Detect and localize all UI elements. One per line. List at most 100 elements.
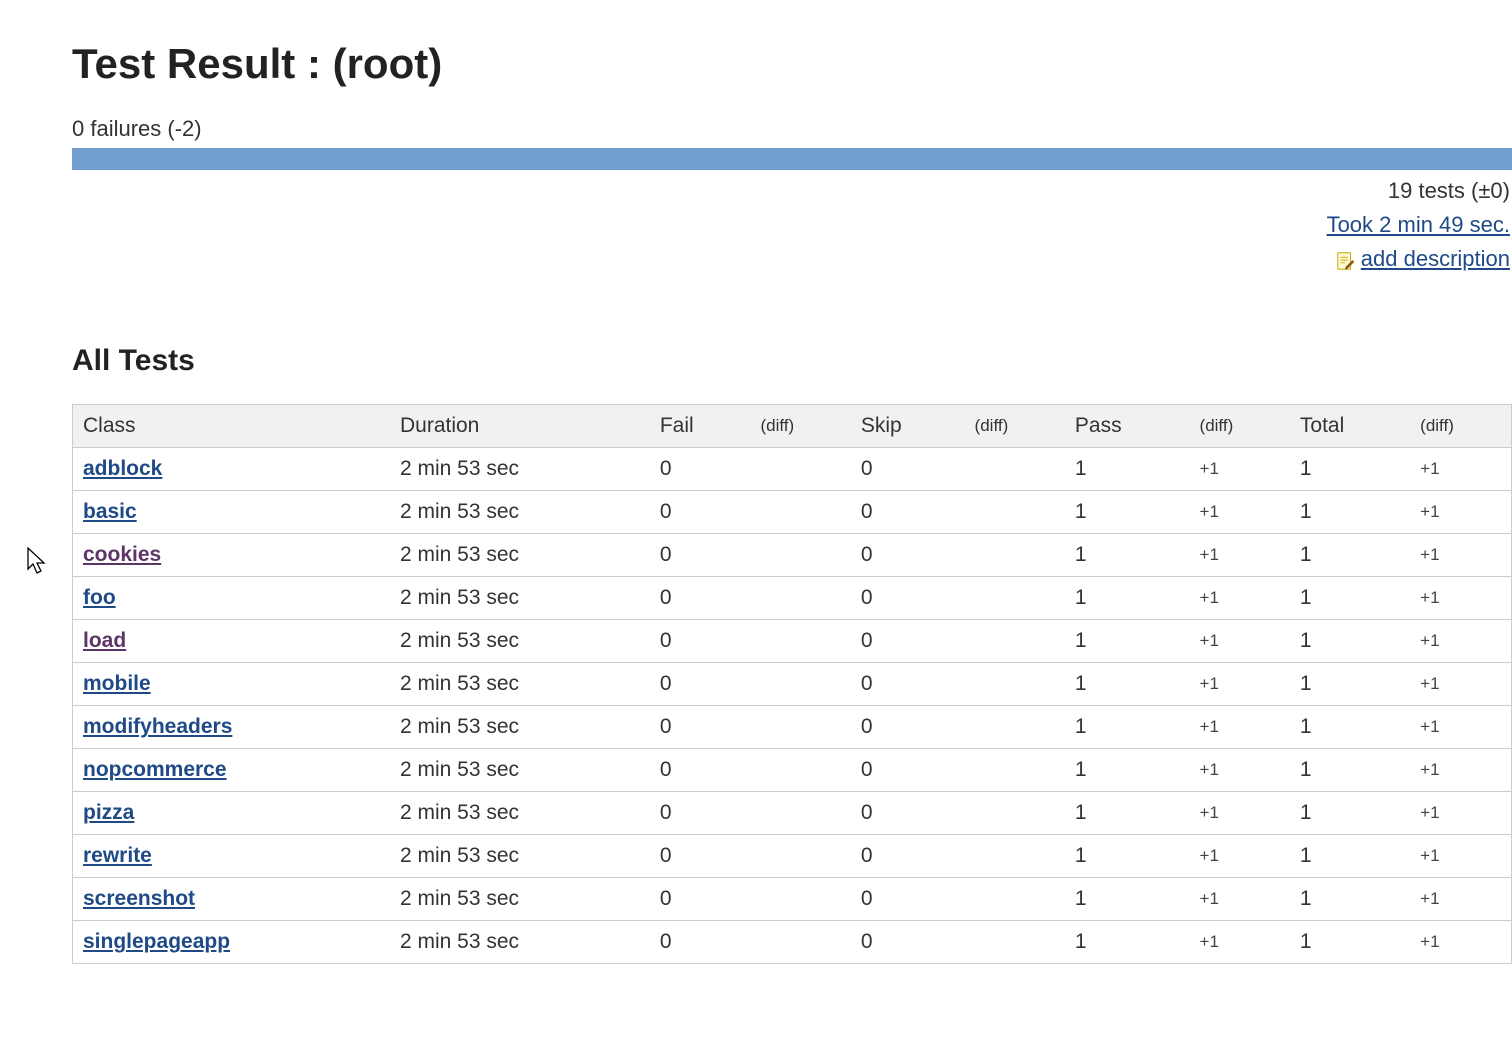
skip-cell: 0 <box>851 792 965 835</box>
fail-diff-cell <box>750 577 850 620</box>
class-link[interactable]: modifyheaders <box>83 715 232 738</box>
class-link[interactable]: cookies <box>83 543 161 566</box>
total-cell: 1 <box>1290 749 1410 792</box>
table-row: basic2 min 53 sec001+11+1 <box>73 491 1512 534</box>
total-diff-cell: +1 <box>1410 620 1511 663</box>
total-diff-cell: +1 <box>1410 921 1511 964</box>
duration-cell: 2 min 53 sec <box>390 749 650 792</box>
total-diff-cell: +1 <box>1410 749 1511 792</box>
pass-cell: 1 <box>1065 663 1190 706</box>
total-cell: 1 <box>1290 663 1410 706</box>
fail-diff-cell <box>750 663 850 706</box>
class-link[interactable]: nopcommerce <box>83 758 227 781</box>
pass-diff-cell: +1 <box>1190 878 1290 921</box>
table-row: mobile2 min 53 sec001+11+1 <box>73 663 1512 706</box>
progress-bar <box>72 148 1512 170</box>
skip-diff-cell <box>965 749 1065 792</box>
total-cell: 1 <box>1290 706 1410 749</box>
col-pass[interactable]: Pass <box>1065 405 1190 448</box>
fail-diff-cell <box>750 620 850 663</box>
pass-diff-cell: +1 <box>1190 577 1290 620</box>
col-duration[interactable]: Duration <box>390 405 650 448</box>
tests-count: 19 tests (±0) <box>72 174 1510 208</box>
page-title: Test Result : (root) <box>72 40 1512 88</box>
fail-diff-cell <box>750 706 850 749</box>
all-tests-heading: All Tests <box>72 344 1512 378</box>
failures-summary: 0 failures (-2) <box>72 116 1512 142</box>
pass-cell: 1 <box>1065 448 1190 491</box>
total-diff-cell: +1 <box>1410 577 1511 620</box>
col-class[interactable]: Class <box>73 405 390 448</box>
fail-diff-cell <box>750 921 850 964</box>
class-link[interactable]: foo <box>83 586 116 609</box>
class-link[interactable]: basic <box>83 500 137 523</box>
fail-diff-cell <box>750 878 850 921</box>
class-link[interactable]: screenshot <box>83 887 195 910</box>
class-link[interactable]: mobile <box>83 672 151 695</box>
skip-cell: 0 <box>851 620 965 663</box>
fail-cell: 0 <box>650 491 751 534</box>
duration-cell: 2 min 53 sec <box>390 878 650 921</box>
fail-diff-cell <box>750 749 850 792</box>
class-link[interactable]: rewrite <box>83 844 152 867</box>
fail-cell: 0 <box>650 792 751 835</box>
skip-cell: 0 <box>851 534 965 577</box>
col-skip[interactable]: Skip <box>851 405 965 448</box>
duration-cell: 2 min 53 sec <box>390 620 650 663</box>
total-cell: 1 <box>1290 491 1410 534</box>
total-cell: 1 <box>1290 835 1410 878</box>
pass-cell: 1 <box>1065 577 1190 620</box>
skip-cell: 0 <box>851 835 965 878</box>
fail-cell: 0 <box>650 835 751 878</box>
total-diff-cell: +1 <box>1410 706 1511 749</box>
duration-cell: 2 min 53 sec <box>390 663 650 706</box>
table-row: screenshot2 min 53 sec001+11+1 <box>73 878 1512 921</box>
pass-diff-cell: +1 <box>1190 706 1290 749</box>
col-fail[interactable]: Fail <box>650 405 751 448</box>
total-diff-cell: +1 <box>1410 448 1511 491</box>
pass-cell: 1 <box>1065 835 1190 878</box>
fail-diff-cell <box>750 534 850 577</box>
table-row: singlepageapp2 min 53 sec001+11+1 <box>73 921 1512 964</box>
duration-cell: 2 min 53 sec <box>390 577 650 620</box>
duration-link[interactable]: Took 2 min 49 sec. <box>1327 212 1510 237</box>
pass-cell: 1 <box>1065 491 1190 534</box>
pass-diff-cell: +1 <box>1190 448 1290 491</box>
pass-diff-cell: +1 <box>1190 835 1290 878</box>
total-diff-cell: +1 <box>1410 878 1511 921</box>
pass-diff-cell: +1 <box>1190 792 1290 835</box>
table-row: modifyheaders2 min 53 sec001+11+1 <box>73 706 1512 749</box>
class-link[interactable]: singlepageapp <box>83 930 230 953</box>
total-cell: 1 <box>1290 792 1410 835</box>
total-cell: 1 <box>1290 921 1410 964</box>
table-row: pizza2 min 53 sec001+11+1 <box>73 792 1512 835</box>
fail-cell: 0 <box>650 448 751 491</box>
add-description-link[interactable]: add description <box>1361 242 1510 276</box>
total-cell: 1 <box>1290 448 1410 491</box>
pass-diff-cell: +1 <box>1190 534 1290 577</box>
total-diff-cell: +1 <box>1410 663 1511 706</box>
pass-diff-cell: +1 <box>1190 663 1290 706</box>
fail-cell: 0 <box>650 620 751 663</box>
skip-diff-cell <box>965 491 1065 534</box>
class-link[interactable]: adblock <box>83 457 162 480</box>
skip-cell: 0 <box>851 706 965 749</box>
pass-cell: 1 <box>1065 749 1190 792</box>
total-cell: 1 <box>1290 577 1410 620</box>
class-link[interactable]: pizza <box>83 801 134 824</box>
class-link[interactable]: load <box>83 629 126 652</box>
pass-cell: 1 <box>1065 878 1190 921</box>
col-total[interactable]: Total <box>1290 405 1410 448</box>
table-header-row: Class Duration Fail (diff) Skip (diff) P… <box>73 405 1512 448</box>
skip-diff-cell <box>965 921 1065 964</box>
duration-cell: 2 min 53 sec <box>390 792 650 835</box>
col-fail-diff: (diff) <box>750 405 850 448</box>
duration-cell: 2 min 53 sec <box>390 706 650 749</box>
col-total-diff: (diff) <box>1410 405 1511 448</box>
skip-diff-cell <box>965 878 1065 921</box>
duration-cell: 2 min 53 sec <box>390 921 650 964</box>
skip-diff-cell <box>965 620 1065 663</box>
skip-cell: 0 <box>851 663 965 706</box>
duration-cell: 2 min 53 sec <box>390 835 650 878</box>
all-tests-table: Class Duration Fail (diff) Skip (diff) P… <box>72 404 1512 964</box>
